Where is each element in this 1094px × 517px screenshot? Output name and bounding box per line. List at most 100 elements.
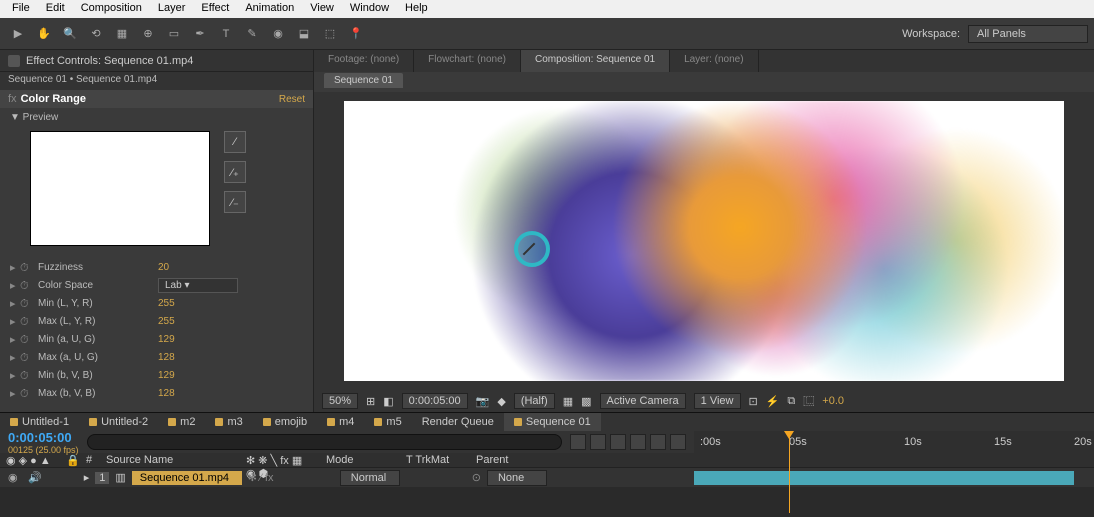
comp-tab[interactable]: Footage: (none) — [314, 50, 414, 72]
brush-tool[interactable]: ✎ — [240, 22, 264, 46]
eraser-tool[interactable]: ⬓ — [292, 22, 316, 46]
camera-dropdown[interactable]: Active Camera — [600, 393, 686, 409]
zoom-dropdown[interactable]: 50% — [322, 393, 358, 409]
stopwatch-icon[interactable]: ⏱ — [20, 316, 34, 327]
stopwatch-icon[interactable]: ⏱ — [20, 298, 34, 309]
canvas[interactable] — [344, 101, 1064, 381]
col-parent[interactable]: Parent — [470, 453, 540, 467]
comp-mini-flowchart-icon[interactable] — [570, 434, 586, 450]
fx-toggle[interactable]: fx — [8, 93, 17, 105]
eyedropper-add[interactable]: ⁄₊ — [224, 161, 246, 183]
text-tool[interactable]: T — [214, 22, 238, 46]
time-ruler[interactable]: :00s 05s 10s 15s 20s — [694, 431, 1094, 453]
draft-3d-icon[interactable] — [590, 434, 606, 450]
views-dropdown[interactable]: 1 View — [694, 393, 741, 409]
fast-preview-icon[interactable]: ⚡ — [766, 395, 780, 408]
menu-file[interactable]: File — [4, 0, 38, 18]
timeline-icon[interactable]: ⧉ — [787, 395, 795, 408]
effect-name[interactable]: Color Range — [21, 93, 86, 105]
menu-composition[interactable]: Composition — [73, 0, 150, 18]
eyedropper-key[interactable]: ⁄ — [224, 131, 246, 153]
playhead[interactable] — [789, 431, 790, 513]
expand-arrow[interactable]: ▸ — [10, 351, 20, 364]
menu-animation[interactable]: Animation — [237, 0, 302, 18]
frame-blend-icon[interactable] — [630, 434, 646, 450]
workspace-dropdown[interactable]: All Panels — [968, 25, 1088, 43]
layer-duration-bar[interactable] — [694, 471, 1074, 485]
stopwatch-icon[interactable]: ⏱ — [20, 280, 34, 291]
col-trkmat[interactable]: T TrkMat — [400, 453, 470, 467]
graph-editor-icon[interactable] — [670, 434, 686, 450]
menu-layer[interactable]: Layer — [150, 0, 194, 18]
stopwatch-icon[interactable]: ⏱ — [20, 352, 34, 363]
param-value[interactable]: 255 — [158, 298, 175, 309]
blend-mode-dropdown[interactable]: Normal — [340, 470, 400, 486]
roto-tool[interactable]: ⬚ — [318, 22, 342, 46]
col-mode[interactable]: Mode — [320, 453, 400, 467]
pen-tool[interactable]: ✒ — [188, 22, 212, 46]
parent-dropdown[interactable]: None — [487, 470, 547, 486]
menu-effect[interactable]: Effect — [193, 0, 237, 18]
timeline-tab[interactable]: m3 — [205, 413, 252, 431]
zoom-tool[interactable]: 🔍 — [58, 22, 82, 46]
preview-label[interactable]: ▼ Preview — [0, 108, 313, 127]
visibility-toggle[interactable]: ◉ — [8, 471, 22, 485]
exposure-value[interactable]: +0.0 — [822, 395, 844, 407]
param-value[interactable]: 255 — [158, 316, 175, 327]
snapshot-icon[interactable]: 📷 — [476, 395, 490, 408]
expand-arrow[interactable]: ▸ — [10, 333, 20, 346]
timeline-tab[interactable]: Untitled-2 — [79, 413, 158, 431]
param-value[interactable]: 129 — [158, 370, 175, 381]
timeline-tab[interactable]: Sequence 01 — [504, 413, 601, 431]
stopwatch-icon[interactable]: ⏱ — [20, 334, 34, 345]
grid-icon[interactable]: ⊞ — [366, 395, 375, 408]
layer-row[interactable]: ◉ 🔊 ▸ 1 ▥ Sequence 01.mp4 ✻ ⁄ fx Normal … — [0, 467, 1094, 487]
param-value[interactable]: 128 — [158, 388, 175, 399]
stopwatch-icon[interactable]: ⏱ — [20, 388, 34, 399]
comp-tab[interactable]: Composition: Sequence 01 — [521, 50, 670, 72]
col-source[interactable]: Source Name — [100, 453, 240, 467]
param-value[interactable]: 20 — [158, 262, 169, 273]
clone-tool[interactable]: ◉ — [266, 22, 290, 46]
hide-shy-icon[interactable] — [610, 434, 626, 450]
comp-tab[interactable]: Flowchart: (none) — [414, 50, 521, 72]
menu-help[interactable]: Help — [397, 0, 436, 18]
sequence-tab[interactable]: Sequence 01 — [324, 73, 403, 88]
param-value[interactable]: 128 — [158, 352, 175, 363]
menu-window[interactable]: Window — [342, 0, 397, 18]
layer-name[interactable]: Sequence 01.mp4 — [132, 471, 242, 485]
rotate-tool[interactable]: ⟲ — [84, 22, 108, 46]
timeline-tab[interactable]: Render Queue — [412, 413, 504, 431]
camera-tool[interactable]: ▦ — [110, 22, 134, 46]
mask-icon[interactable]: ◧ — [383, 395, 393, 408]
menu-view[interactable]: View — [302, 0, 342, 18]
eyedropper-sub[interactable]: ⁄₋ — [224, 191, 246, 213]
transparency-icon[interactable]: ▩ — [581, 395, 591, 408]
roi-icon[interactable]: ▦ — [563, 395, 573, 408]
motion-blur-icon[interactable] — [650, 434, 666, 450]
expand-arrow[interactable]: ▸ — [10, 297, 20, 310]
stopwatch-icon[interactable]: ⏱ — [20, 370, 34, 381]
stopwatch-icon[interactable]: ⏱ — [20, 262, 34, 273]
flowchart-icon[interactable]: ⿺ — [803, 393, 814, 409]
resolution-dropdown[interactable]: (Half) — [514, 393, 555, 409]
timeline-tab[interactable]: m4 — [317, 413, 364, 431]
channel-icon[interactable]: ◆ — [497, 395, 505, 408]
expand-arrow[interactable]: ▸ — [10, 315, 20, 328]
anchor-tool[interactable]: ⊕ — [136, 22, 160, 46]
expand-arrow[interactable]: ▸ — [10, 369, 20, 382]
composition-viewer[interactable] — [314, 92, 1094, 390]
pixel-aspect-icon[interactable]: ⊡ — [749, 395, 758, 408]
timeline-tab[interactable]: m5 — [364, 413, 411, 431]
expand-arrow[interactable]: ▸ — [10, 387, 20, 400]
current-timecode[interactable]: 0:00:05:00 — [8, 430, 79, 445]
layer-search[interactable] — [87, 434, 562, 450]
hand-tool[interactable]: ✋ — [32, 22, 56, 46]
selection-tool[interactable]: ▶ — [6, 22, 30, 46]
shape-tool[interactable]: ▭ — [162, 22, 186, 46]
puppet-tool[interactable]: 📍 — [344, 22, 368, 46]
reset-button[interactable]: Reset — [279, 94, 305, 105]
param-value[interactable]: 129 — [158, 334, 175, 345]
menu-edit[interactable]: Edit — [38, 0, 73, 18]
time-display[interactable]: 0:00:05:00 — [402, 393, 468, 409]
